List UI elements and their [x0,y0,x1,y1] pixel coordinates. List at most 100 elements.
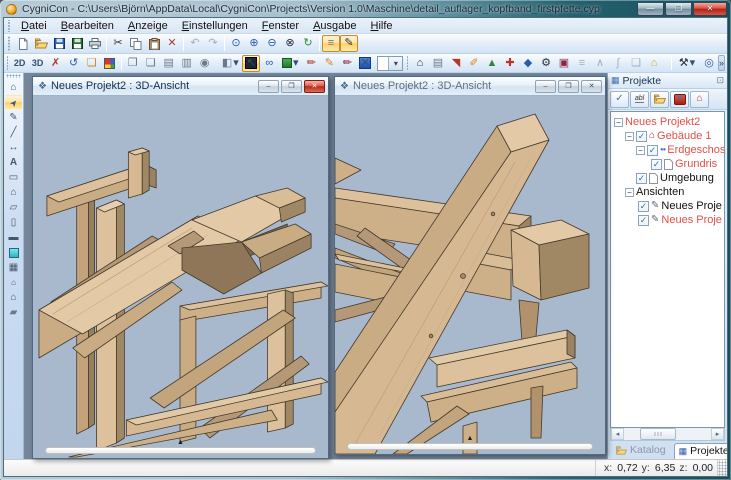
edit-mode-button[interactable]: ✎ [340,35,358,52]
link-windows-button[interactable]: ∞ [260,55,278,72]
collapse-toggle[interactable]: − [625,132,634,141]
scrollbar-thumb[interactable] [640,428,677,440]
zoom-in-button[interactable]: ⊕ [245,35,263,52]
view-pan-slider[interactable]: ▲ [45,447,316,454]
tree-item-erdgeschoss[interactable]: − ✓ ●● Erdgeschos [614,143,724,157]
first-aid-button[interactable]: ✚ [501,55,519,72]
layers-button[interactable]: ▤ [429,55,447,72]
menu-datei[interactable]: Datei [14,19,54,33]
refresh-view-button[interactable]: ↻ [299,35,317,52]
slab-tool-button[interactable]: ▱ [5,200,22,215]
visibility-checkbox[interactable]: ✓ [647,145,658,156]
zoom-button[interactable]: ⊙ [227,35,245,52]
eraser-tool-button[interactable]: ▰ [5,305,22,320]
tree-item-neues-projekt2[interactable]: − Neues Projekt2 [614,115,724,129]
redo-button[interactable]: ↷ [204,35,222,52]
stairs-button[interactable]: ≡ [573,55,591,72]
menu-hilfe[interactable]: Hilfe [364,19,400,33]
visibility-checkbox[interactable]: ✓ [636,131,647,142]
profile-button[interactable]: ∫ [609,55,627,72]
camera-export-button[interactable]: ◉ [196,55,214,72]
copy-button[interactable] [127,35,145,52]
tree-horizontal-scrollbar[interactable]: ◂ ▸ [610,428,725,441]
toolbar-grip[interactable] [215,56,216,70]
tree-item-ansichten[interactable]: − Ansichten [614,185,724,199]
wall-tool-button[interactable]: ▭ [5,170,22,185]
rename-button[interactable]: abl [630,91,649,108]
open-project-button[interactable] [650,91,669,108]
palette-grip[interactable] [6,74,21,78]
child-title-bar[interactable]: ❖ Neues Projekt2 : 3D-Ansicht – ❐ ✕ [33,77,328,96]
building-export-button[interactable]: ⌂ [645,55,663,72]
roof-frame-tool-button[interactable]: ⌂ [5,290,22,305]
menu-einstellungen[interactable]: Einstellungen [175,19,255,33]
roof-wizard-button[interactable]: ⌂ [411,55,429,72]
text-tool-button[interactable]: A [5,155,22,170]
child-close-button[interactable]: ✕ [304,80,325,93]
dimension-tool-button[interactable]: ↔ [5,140,22,155]
tab-katalog[interactable]: Katalog [611,442,673,459]
view-pan-slider[interactable]: ▲ [347,443,593,450]
tree-item-umgebung[interactable]: ✓ Umgebung [614,171,724,185]
tree-item-gebaeude-1[interactable]: − ✓ ⌂ Gebäude 1 [614,129,724,143]
child-close-button[interactable]: ✕ [581,80,602,93]
view-2d-button[interactable]: 2D [11,55,29,72]
save-all-button[interactable] [68,35,86,52]
windows-tile-button[interactable]: ❏ [142,55,160,72]
menu-fenster[interactable]: Fenster [255,19,306,33]
3d-view-window-1[interactable]: ❖ Neues Projekt2 : 3D-Ansicht – ❐ ✕ [32,76,329,459]
undo-button[interactable]: ↶ [186,35,204,52]
dormer-tool-button[interactable]: ⌂ [5,275,22,290]
delete-project-button[interactable]: ✕ [670,91,689,108]
visibility-checkbox[interactable]: ✓ [638,215,649,226]
pencil-dark-button[interactable]: ✏ [338,55,356,72]
reference-grid-button[interactable] [101,55,119,72]
tab-projekte[interactable]: ▦ Projekte [674,443,728,459]
scrollbar-track[interactable] [624,428,711,440]
pencil-orange-button[interactable]: ✎ [320,55,338,72]
tools-wrench-button[interactable]: ⚒▾ [674,55,700,72]
cut-button[interactable]: ✂ [109,35,127,52]
open-button[interactable] [32,35,50,52]
child-title-bar[interactable]: ❖ Neues Projekt2 : 3D-Ansicht – ❐ ✕ [335,77,605,96]
cube-view-button[interactable]: ◧▾ [218,55,242,72]
settings-gear-button[interactable]: ⚙ [537,55,555,72]
maximize-button[interactable]: ❐ [665,3,692,16]
object-3d-tool-button[interactable] [5,245,22,260]
tree-item-grundriss[interactable]: ✓ Grundris [614,157,724,171]
child-minimize-button[interactable]: – [535,80,556,93]
toolbar-grip[interactable] [7,36,11,51]
notes-button[interactable]: ❏ [627,55,645,72]
colored-window-button[interactable]: ▣ [555,55,573,72]
close-button[interactable]: ✕ [693,3,727,16]
collapse-toggle[interactable]: − [636,146,645,155]
combobox-dropdown-button[interactable]: ▾ [388,57,402,70]
toolbar-grip[interactable] [407,56,408,70]
scroll-left-arrow[interactable]: ◂ [611,428,624,440]
pin-icon[interactable]: ⊡ [716,75,724,86]
windows-cascade-button[interactable]: ❐ [124,55,142,72]
3d-viewport[interactable]: ▲ [33,96,328,458]
child-restore-button[interactable]: ❐ [281,80,302,93]
3d-view-window-2[interactable]: ❖ Neues Projekt2 : 3D-Ansicht – ❐ ✕ [334,76,606,455]
view-direction-button[interactable]: ↖ [242,55,260,72]
select-tool-button[interactable]: ➤ [5,95,22,110]
view-3d-button[interactable]: 3D [29,55,47,72]
terrain-button[interactable]: ▲ [483,55,501,72]
scroll-right-arrow[interactable]: ▸ [711,428,724,440]
roof-detail-button[interactable]: ◥ [447,55,465,72]
search-settings-button[interactable]: ◎ [700,55,718,72]
visibility-checkbox[interactable]: ✓ [651,159,662,170]
child-restore-button[interactable]: ❐ [558,80,579,93]
pencil-tool-button[interactable]: ✎ [5,110,22,125]
tree-item-neues-proje-1[interactable]: ✓ ✎ Neues Proje [614,199,724,213]
roof-arrows-button[interactable]: ∧ [591,55,609,72]
resize-grip[interactable] [717,460,727,476]
hand-rotate-button[interactable]: ✐ [465,55,483,72]
tree-item-neues-proje-2[interactable]: ✓ ✎ Neues Proje [614,213,724,227]
rotate-view-button[interactable]: ↺ [65,55,83,72]
child-minimize-button[interactable]: – [258,80,279,93]
column-tool-button[interactable]: ▯ [5,215,22,230]
shield-button[interactable]: ◆ [519,55,537,72]
beam-tool-button[interactable]: ▬ [5,230,22,245]
